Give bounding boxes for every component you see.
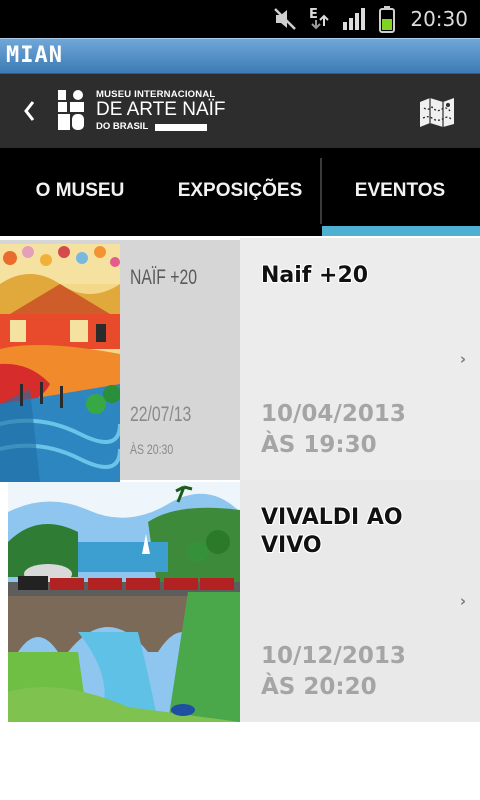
app-header: MUSEU INTERNACIONAL DE ARTE NAÏF DO BRAS… — [0, 74, 480, 148]
event-artwork-image — [8, 482, 240, 722]
tab-eventos[interactable]: EVENTOS — [320, 148, 480, 234]
network-type-label: E — [309, 7, 318, 22]
status-clock: 20:30 — [410, 7, 468, 31]
poster-title: NAÏF +20 — [130, 266, 197, 289]
event-time: ÀS 20:20 — [261, 674, 377, 700]
event-artwork-image — [0, 244, 120, 482]
event-title: VIVALDI AO VIVO — [261, 505, 403, 558]
back-button[interactable] — [20, 96, 40, 126]
chevron-left-icon — [24, 101, 35, 121]
event-thumbnail: NAÏF +20 22/07/13 ÀS 20:30 — [0, 240, 240, 482]
chevron-right-icon: › — [459, 592, 466, 610]
event-date: 10/04/2013 — [261, 401, 406, 427]
logo-underline — [155, 124, 207, 131]
tab-selected-indicator — [322, 226, 480, 236]
logo-line-3: DO BRASIL — [96, 121, 149, 132]
event-info: VIVALDI AO VIVO › 10/12/2013 ÀS 20:20 — [240, 480, 480, 722]
app-title-bar: MIAN — [0, 38, 480, 74]
data-arrows-icon: E — [308, 6, 332, 32]
logo-line-2: DE ARTE NAÏF — [96, 99, 226, 120]
event-info: Naif +20 › 10/04/2013 ÀS 19:30 — [240, 238, 480, 480]
tab-exposicoes[interactable]: EXPOSIÇÕES — [160, 148, 320, 234]
museum-logo-mark-icon — [58, 90, 84, 130]
tab-o-museu[interactable]: O MUSEU — [0, 148, 160, 234]
status-bar: E 20:30 — [0, 0, 480, 38]
map-icon — [420, 98, 454, 127]
event-time: ÀS 19:30 — [261, 432, 377, 458]
signal-icon — [342, 6, 368, 32]
poster-time: ÀS 20:30 — [130, 441, 174, 457]
tab-bar: O MUSEU EXPOSIÇÕES EVENTOS — [0, 148, 480, 236]
map-button[interactable] — [418, 96, 456, 128]
museum-logo: MUSEU INTERNACIONAL DE ARTE NAÏF DO BRAS… — [56, 88, 226, 134]
battery-icon — [378, 6, 396, 33]
poster-date: 22/07/13 — [130, 403, 192, 426]
chevron-right-icon: › — [459, 350, 466, 368]
event-title: Naif +20 — [261, 263, 369, 288]
event-row[interactable]: NAÏF +20 22/07/13 ÀS 20:30 Naif +20 › 10… — [0, 238, 480, 482]
mute-icon — [272, 6, 298, 32]
app-title: MIAN — [6, 43, 63, 68]
event-row[interactable]: VIVALDI AO VIVO › 10/12/2013 ÀS 20:20 — [0, 480, 480, 722]
event-date: 10/12/2013 — [261, 643, 406, 669]
